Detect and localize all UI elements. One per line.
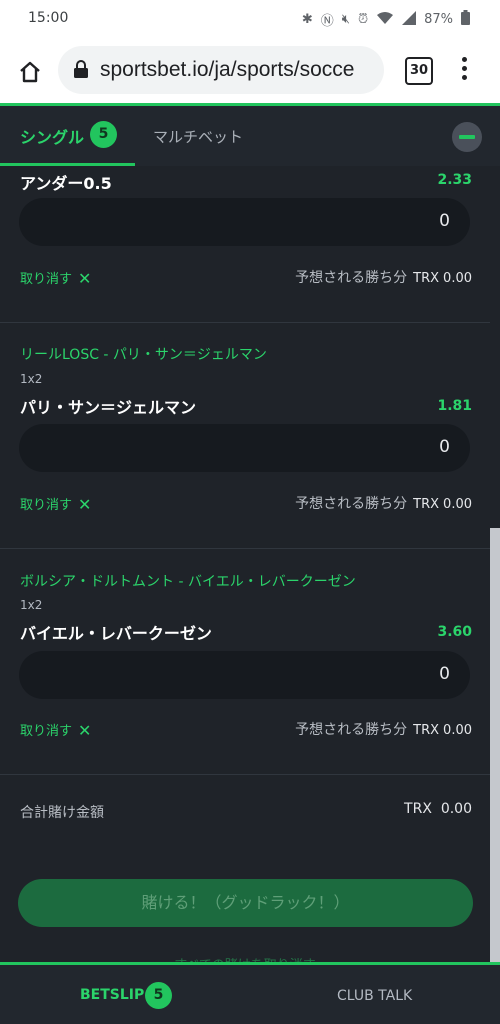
lock-icon	[74, 60, 88, 78]
potential-win: 予想される勝ち分 TRX 0.00	[295, 493, 472, 513]
divider	[0, 548, 490, 549]
scrollbar[interactable]	[490, 528, 500, 964]
total-amount: 0.00	[440, 801, 472, 817]
collapse-betslip-button[interactable]	[452, 122, 482, 152]
battery-percent: 87%	[424, 12, 453, 27]
market-name: 1x2	[20, 598, 43, 612]
close-icon: ✕	[78, 495, 92, 514]
status-time: 15:00	[28, 10, 69, 26]
total-stake-label: 合計賭け金額	[20, 805, 104, 821]
close-icon: ✕	[78, 721, 92, 740]
cancel-label: 取り消す	[20, 724, 73, 739]
stake-input[interactable]: 0	[19, 424, 470, 472]
potential-win-amount: 0.00	[443, 723, 472, 738]
selection-name: パリ・サン＝ジェルマン	[20, 398, 197, 417]
status-icons: ✱ Ⓝ 🔇︎ ⏰︎ 87%	[302, 10, 470, 29]
divider	[0, 322, 490, 323]
tab-multibet[interactable]: マルチベット	[153, 126, 243, 147]
odds-value: 1.81	[437, 398, 472, 414]
divider	[0, 774, 490, 775]
cancel-bet-button[interactable]: 取り消す ✕	[20, 494, 92, 514]
close-icon: ✕	[78, 269, 92, 288]
stake-value: 0	[439, 437, 450, 457]
odds-value: 3.60	[437, 624, 472, 640]
betslip-list[interactable]: アンダー0.5 2.33 0 取り消す ✕ 予想される勝ち分 TRX 0.00 リール…	[0, 166, 490, 962]
single-count-badge: 5	[90, 121, 117, 148]
currency: TRX	[413, 271, 440, 286]
remove-all-button[interactable]: すべての賭けを取り消す	[0, 954, 490, 962]
currency: TRX	[413, 723, 440, 738]
currency: TRX	[413, 497, 440, 512]
tab-single-label: シングル	[20, 128, 85, 147]
potential-win-amount: 0.00	[443, 497, 472, 512]
betslip-tab[interactable]: BETSLIP	[80, 987, 144, 1003]
total-currency: TRX	[404, 801, 432, 817]
betslip-tabs: シングル 5 マルチベット	[0, 106, 500, 166]
mute-icon: 🔇︎	[341, 12, 350, 27]
cancel-label: 取り消す	[20, 498, 73, 513]
stake-input[interactable]: 0	[19, 651, 470, 699]
nfc-icon: Ⓝ	[320, 14, 334, 29]
wifi-icon	[376, 11, 394, 29]
bottom-nav: BETSLIP 5 CLUB TALK	[0, 962, 500, 1024]
match-name: ボルシア・ドルトムント - バイエル・レバークーゼン	[20, 574, 356, 590]
browser-toolbar: sportsbet.io/ja/sports/socce 30	[0, 38, 500, 104]
betslip-count-badge: 5	[145, 982, 172, 1009]
selection-name: バイエル・レバークーゼン	[20, 624, 212, 643]
market-name: 1x2	[20, 372, 43, 386]
tab-single[interactable]: シングル 5	[20, 121, 117, 148]
stake-value: 0	[439, 211, 450, 231]
total-stake-value: TRX 0.00	[404, 801, 472, 817]
match-name: リールLOSC - パリ・サン＝ジェルマン	[20, 347, 267, 363]
potential-win-amount: 0.00	[443, 271, 472, 286]
stake-input[interactable]: 0	[19, 198, 470, 246]
potential-win-label: 予想される勝ち分	[295, 722, 408, 738]
cancel-label: 取り消す	[20, 272, 73, 287]
selection-name: アンダー0.5	[20, 174, 112, 193]
address-bar[interactable]: sportsbet.io/ja/sports/socce	[58, 46, 384, 94]
place-bet-button[interactable]: 賭ける！（グッドラック！）	[18, 879, 473, 927]
alarm-icon: ⏰︎	[357, 12, 369, 27]
club-talk-tab[interactable]: CLUB TALK	[337, 988, 412, 1004]
cancel-bet-button[interactable]: 取り消す ✕	[20, 720, 92, 740]
potential-win-label: 予想される勝ち分	[295, 270, 408, 286]
overflow-menu-icon[interactable]	[462, 57, 468, 85]
potential-win: 予想される勝ち分 TRX 0.00	[295, 267, 472, 287]
home-icon[interactable]	[18, 60, 42, 84]
odds-value: 2.33	[437, 172, 472, 188]
tab-switcher-button[interactable]: 30	[405, 57, 433, 85]
status-bar: 15:00 ✱ Ⓝ 🔇︎ ⏰︎ 87%	[0, 0, 500, 38]
bluetooth-icon: ✱	[301, 12, 313, 27]
cancel-bet-button[interactable]: 取り消す ✕	[20, 268, 92, 288]
signal-icon	[402, 10, 417, 29]
potential-win: 予想される勝ち分 TRX 0.00	[295, 719, 472, 739]
potential-win-label: 予想される勝ち分	[295, 496, 408, 512]
stake-value: 0	[439, 664, 450, 684]
url-text: sportsbet.io/ja/sports/socce	[100, 58, 355, 81]
battery-icon	[461, 10, 470, 29]
